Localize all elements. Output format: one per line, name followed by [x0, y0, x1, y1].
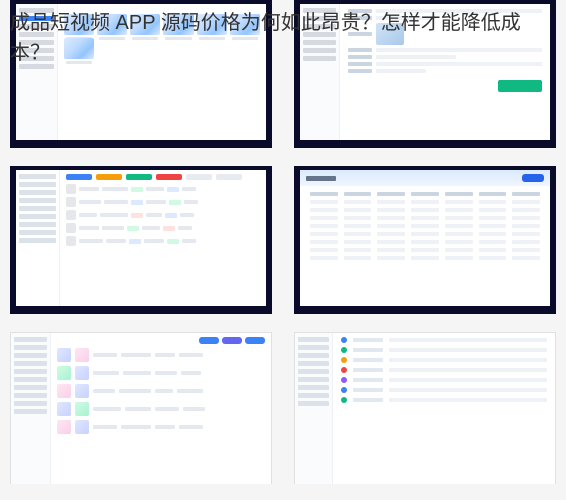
header-button: [522, 174, 544, 182]
mini-sidebar: [16, 170, 60, 306]
screenshot-card-tagtable[interactable]: [10, 166, 272, 314]
mini-content: [60, 170, 266, 306]
page-title: 成品短视频 APP 源码价格为何如此昂贵？怎样才能降低成本？: [0, 0, 566, 82]
screenshot-card-widetable[interactable]: [294, 166, 556, 314]
mini-sidebar: [295, 333, 333, 484]
mini-content: [300, 170, 550, 306]
screenshot-card-statuslist[interactable]: [294, 332, 556, 484]
mini-content: [333, 333, 555, 484]
screenshot-card-medialist[interactable]: [10, 332, 272, 484]
mini-sidebar: [11, 333, 51, 484]
mini-content: [51, 333, 271, 484]
